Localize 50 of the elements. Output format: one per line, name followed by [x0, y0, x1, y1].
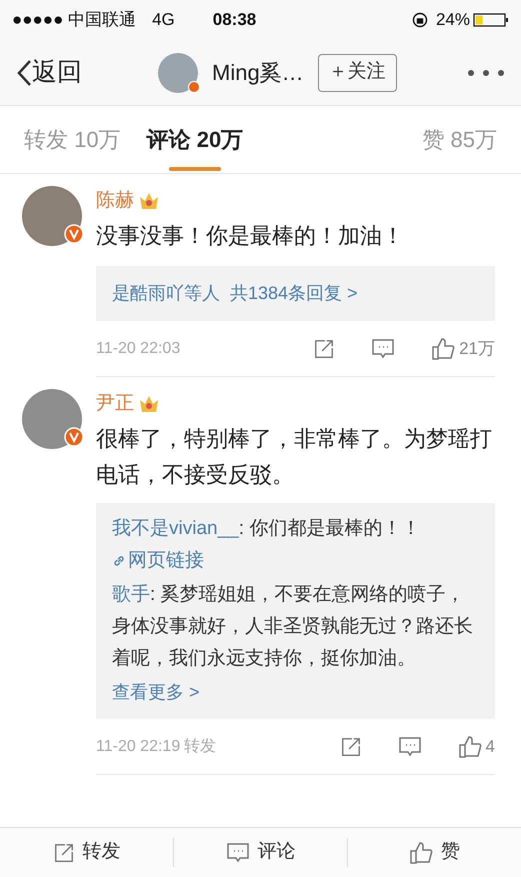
bottom-action-button[interactable]: 转发: [0, 838, 173, 867]
like-count: 4: [486, 736, 495, 758]
battery-percentage: 24%: [436, 9, 470, 32]
rotation-lock-icon: [412, 12, 428, 28]
commenter-name[interactable]: 陈赫: [96, 186, 134, 216]
comment-text: 没事没事！你是最棒的！加油！: [96, 222, 405, 250]
chevron-left-icon: [16, 58, 32, 86]
verified-badge-icon: [64, 224, 84, 244]
bottom-action-button[interactable]: 评论: [173, 838, 347, 867]
tab[interactable]: 转发 10万: [24, 106, 121, 173]
share-icon[interactable]: [313, 338, 336, 360]
crown-badge-icon: [138, 191, 160, 211]
battery-icon: [473, 12, 509, 28]
more-icon[interactable]: [467, 68, 505, 76]
replies-summary[interactable]: 是酷雨吖等人 共1384条回复 >: [96, 266, 495, 321]
comment-icon[interactable]: [371, 338, 396, 360]
back-button[interactable]: 返回: [16, 54, 82, 92]
comment-icon[interactable]: [226, 842, 250, 864]
reply-text: 我不是vivian__: 你们都是最棒的！！ 网页链接: [112, 513, 479, 579]
verified-badge-icon: [188, 80, 200, 92]
verified-badge-icon: [64, 427, 84, 447]
carrier-label: ●●●●● 中国联通: [12, 9, 136, 32]
comment-text: 很棒了，特别棒了，非常棒了。为梦瑶打电话，不接受反驳。: [96, 425, 493, 489]
view-more-link[interactable]: 查看更多 >: [112, 675, 479, 709]
web-link[interactable]: 网页链接: [112, 545, 204, 577]
author-avatar[interactable]: [158, 52, 198, 92]
comment-time: 11-20 22:03: [96, 338, 180, 358]
share-icon[interactable]: [340, 736, 362, 758]
tab[interactable]: 评论 20万: [146, 106, 244, 173]
comment-icon[interactable]: [398, 736, 422, 758]
author-name: Ming奚…: [212, 59, 304, 87]
crown-badge-icon: [138, 394, 160, 414]
thumbs-up-icon[interactable]: [431, 336, 456, 360]
share-icon[interactable]: [52, 842, 74, 864]
comment-time: 11-20 22:19: [96, 736, 180, 756]
reply-username[interactable]: 歌手: [112, 584, 150, 605]
thumbs-up-icon[interactable]: [409, 840, 433, 864]
reply-username[interactable]: 我不是vivian__: [112, 518, 239, 539]
like-count: 21万: [459, 338, 495, 360]
thumbs-up-icon[interactable]: [458, 734, 482, 758]
reply-text: 歌手: 奚梦瑶姐姐，不要在意网络的喷子，身体没事就好，人非圣贤孰能无过？路还长着呢，我们永远支持你，挺你加油。: [112, 583, 474, 671]
commenter-name[interactable]: 尹正: [96, 390, 134, 418]
repost-label: 转发: [184, 736, 216, 756]
clock: 08:38: [212, 9, 256, 32]
active-tab-indicator: [168, 167, 221, 171]
network-label: 4G: [152, 9, 175, 32]
tab[interactable]: 赞 85万: [422, 106, 497, 173]
bottom-action-button[interactable]: 赞: [347, 838, 521, 867]
follow-button[interactable]: ＋关注: [318, 54, 397, 92]
link-icon: [112, 554, 126, 568]
